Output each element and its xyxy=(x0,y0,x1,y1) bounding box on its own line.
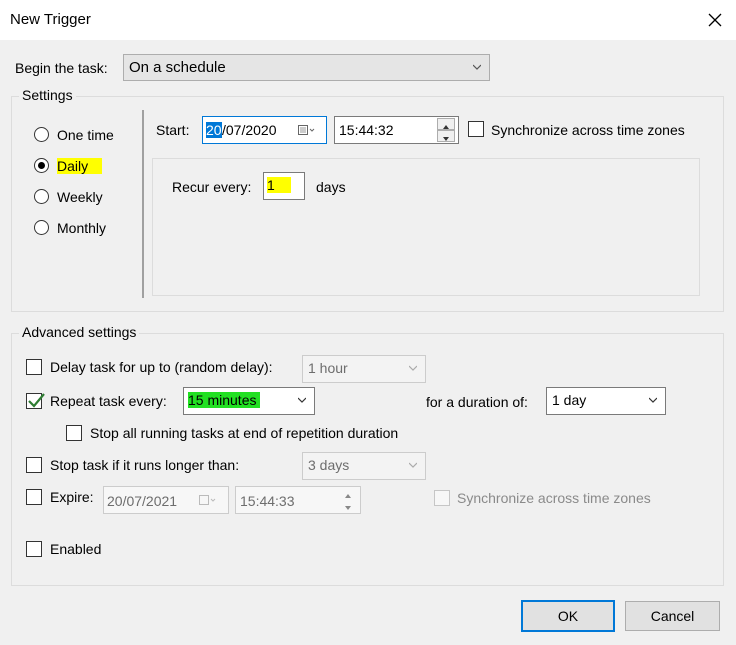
calendar-icon[interactable] xyxy=(298,124,316,136)
start-time-up[interactable] xyxy=(437,118,455,130)
close-button[interactable] xyxy=(700,6,730,34)
sync-timezones-label: Synchronize across time zones xyxy=(491,122,685,138)
stop-longer-label: Stop task if it runs longer than: xyxy=(50,457,240,473)
enabled-label: Enabled xyxy=(50,541,102,557)
stop-running-label: Stop all running tasks at end of repetit… xyxy=(90,425,399,441)
radio-one-time-label: One time xyxy=(57,127,114,143)
stop-longer-checkbox[interactable] xyxy=(26,457,42,473)
expire-time-down[interactable] xyxy=(340,500,358,512)
recur-unit: days xyxy=(316,179,346,195)
recur-value: 1 xyxy=(267,177,291,193)
radio-monthly-circle[interactable] xyxy=(34,220,49,235)
checkmark-icon xyxy=(28,393,45,408)
title-bar xyxy=(0,0,736,40)
settings-group-label: Settings xyxy=(19,87,76,103)
chevron-down-icon xyxy=(298,397,306,403)
stop-longer-dropdown[interactable]: 3 days xyxy=(302,452,426,480)
expire-time-up[interactable] xyxy=(340,488,358,500)
duration-value: 1 day xyxy=(552,392,587,408)
start-time-value: 15:44:32 xyxy=(339,122,394,138)
chevron-down-icon xyxy=(473,64,481,70)
expire-time-spinner[interactable]: 15:44:33 xyxy=(235,486,361,514)
chevron-down-icon xyxy=(649,397,657,403)
start-time-spinner[interactable]: 15:44:32 xyxy=(334,116,459,144)
window-title: New Trigger xyxy=(10,11,91,28)
ok-button[interactable]: OK xyxy=(521,600,615,632)
radio-weekly-label: Weekly xyxy=(57,189,103,205)
stop-longer-value: 3 days xyxy=(308,457,350,473)
expire-sync-checkbox[interactable] xyxy=(434,490,450,506)
start-time-down[interactable] xyxy=(437,130,455,142)
start-date-rest: /07/2020 xyxy=(222,122,277,138)
begin-task-value: On a schedule xyxy=(129,59,226,76)
cancel-button[interactable]: Cancel xyxy=(625,601,720,631)
delay-dropdown[interactable]: 1 hour xyxy=(302,355,426,383)
start-date-picker[interactable]: 20 /07/2020 xyxy=(202,116,327,144)
repeat-checkbox[interactable] xyxy=(26,393,45,409)
radio-monthly-label: Monthly xyxy=(57,220,107,236)
settings-divider xyxy=(142,110,144,298)
radio-daily-circle[interactable] xyxy=(34,158,49,173)
close-icon xyxy=(708,13,722,27)
chevron-down-icon xyxy=(409,462,417,468)
recur-input[interactable]: 1 xyxy=(263,172,305,200)
enabled-checkbox[interactable] xyxy=(26,541,42,557)
radio-daily-label: Daily xyxy=(57,158,103,174)
stop-running-checkbox[interactable] xyxy=(66,425,82,441)
sync-timezones-checkbox[interactable] xyxy=(468,121,484,137)
expire-label: Expire: xyxy=(50,489,94,505)
repeat-interval-value: 15 minutes xyxy=(188,392,261,408)
expire-checkbox[interactable] xyxy=(26,489,42,505)
repeat-label: Repeat task every: xyxy=(50,393,167,409)
advanced-group-label: Advanced settings xyxy=(19,324,140,340)
delay-value: 1 hour xyxy=(308,360,348,376)
delay-checkbox[interactable] xyxy=(26,359,42,375)
expire-date-picker[interactable]: 20/07/2021 xyxy=(103,486,229,514)
calendar-icon[interactable] xyxy=(199,494,217,506)
spin-down-icon xyxy=(443,137,449,141)
duration-dropdown[interactable]: 1 day xyxy=(546,387,666,415)
start-date-day: 20 xyxy=(206,122,222,138)
begin-label: Begin the task: xyxy=(15,60,108,76)
spin-down-icon xyxy=(345,506,351,510)
radio-weekly-circle[interactable] xyxy=(34,189,49,204)
expire-date-value: 20/07/2021 xyxy=(107,493,178,509)
chevron-down-icon xyxy=(409,365,417,371)
duration-label: for a duration of: xyxy=(426,394,528,410)
delay-label: Delay task for up to (random delay): xyxy=(50,359,273,375)
begin-task-dropdown[interactable]: On a schedule xyxy=(123,54,490,81)
radio-one-time-circle[interactable] xyxy=(34,127,49,142)
expire-time-value: 15:44:33 xyxy=(240,493,295,509)
recur-label: Recur every: xyxy=(172,179,252,195)
repeat-interval-dropdown[interactable]: 15 minutes xyxy=(183,387,315,415)
expire-sync-label: Synchronize across time zones xyxy=(457,490,651,506)
start-label: Start: xyxy=(156,122,190,138)
